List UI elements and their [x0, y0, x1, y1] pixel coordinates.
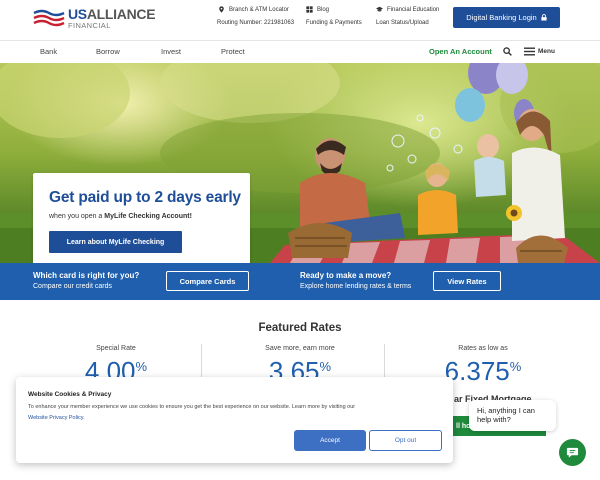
rate-label: Special Rate — [96, 345, 136, 352]
cookie-title: Website Cookies & Privacy — [28, 391, 112, 398]
rate-unit: % — [319, 359, 332, 374]
opt-out-button[interactable]: Opt out — [369, 430, 442, 451]
financial-education-link[interactable]: Financial Education — [376, 6, 439, 13]
promo-card: Get paid up to 2 days early when you ope… — [33, 173, 250, 263]
hamburger-icon — [524, 47, 535, 56]
grid-icon — [306, 6, 313, 13]
map-pin-icon — [219, 6, 224, 13]
chat-button[interactable] — [559, 439, 586, 466]
flag-icon — [33, 10, 65, 27]
chat-icon — [566, 447, 579, 458]
accept-cookies-button[interactable]: Accept — [294, 430, 366, 451]
menu-button[interactable]: Menu — [524, 47, 555, 56]
funding-payments-link[interactable]: Funding & Payments — [306, 20, 362, 26]
nav-item-borrow[interactable]: Borrow — [96, 47, 120, 56]
chat-greeting-bubble[interactable]: Hi, anything I can help with? — [469, 400, 556, 431]
lock-icon — [541, 14, 547, 21]
cookie-banner: Website Cookies & Privacy To enhance you… — [16, 377, 453, 463]
move-question-heading: Ready to make a move? — [300, 271, 392, 280]
search-icon[interactable] — [503, 47, 512, 56]
privacy-policy-link[interactable]: Website Privacy Policy. — [28, 415, 85, 421]
move-question-sub: Explore home lending rates & terms — [300, 283, 412, 290]
logo-financial: FINANCIAL — [68, 21, 111, 30]
rate-number: 6.375 — [444, 356, 510, 386]
rate-label: Rates as low as — [458, 345, 508, 352]
graduation-cap-icon — [376, 6, 383, 12]
featured-rates-title: Featured Rates — [258, 322, 342, 334]
rate-unit: % — [135, 359, 148, 374]
routing-number: Routing Number: 221981063 — [217, 20, 295, 26]
card-question-heading: Which card is right for you? — [33, 271, 140, 280]
hero-banner: Get paid up to 2 days early when you ope… — [0, 63, 600, 263]
promo-subtext: when you open a MyLife Checking Account! — [49, 213, 192, 220]
promo-headline: Get paid up to 2 days early — [49, 189, 241, 206]
view-rates-button[interactable]: View Rates — [433, 271, 501, 291]
menu-label: Menu — [538, 48, 555, 55]
blog-link[interactable]: Blog — [306, 6, 329, 13]
financial-education-label: Financial Education — [387, 6, 440, 13]
nav-item-protect[interactable]: Protect — [221, 47, 245, 56]
digital-banking-login-button[interactable]: Digital Banking Login — [453, 7, 560, 28]
promo-sub-prefix: when you open a — [49, 213, 105, 220]
rate-label: Save more, earn more — [265, 345, 335, 352]
loan-status-link[interactable]: Loan Status/Upload — [376, 20, 429, 26]
logo-us: US — [68, 6, 87, 22]
nav-item-invest[interactable]: Invest — [161, 47, 181, 56]
blog-label: Blog — [317, 6, 330, 13]
cookie-text: To enhance your member experience we use… — [28, 404, 356, 410]
top-bar: USALLIANCE FINANCIAL Branch & ATM Locato… — [0, 0, 600, 40]
branch-locator-label: Branch & ATM Locator — [229, 6, 289, 13]
open-account-link[interactable]: Open An Account — [429, 47, 492, 56]
nav-item-bank[interactable]: Bank — [40, 47, 57, 56]
logo-alliance: ALLIANCE — [86, 6, 156, 22]
cta-band: Which card is right for you? Compare our… — [0, 263, 600, 300]
learn-mylife-checking-button[interactable]: Learn about MyLife Checking — [49, 231, 182, 253]
digital-banking-login-label: Digital Banking Login — [466, 13, 537, 22]
branch-locator-link[interactable]: Branch & ATM Locator — [218, 6, 289, 13]
card-question-sub: Compare our credit cards — [33, 283, 112, 290]
logo[interactable]: USALLIANCE FINANCIAL — [33, 6, 156, 30]
main-nav: Bank Borrow Invest Protect Open An Accou… — [0, 40, 600, 63]
compare-cards-button[interactable]: Compare Cards — [166, 271, 249, 291]
rate-unit: % — [509, 359, 522, 374]
promo-sub-bold: MyLife Checking Account! — [104, 213, 192, 220]
